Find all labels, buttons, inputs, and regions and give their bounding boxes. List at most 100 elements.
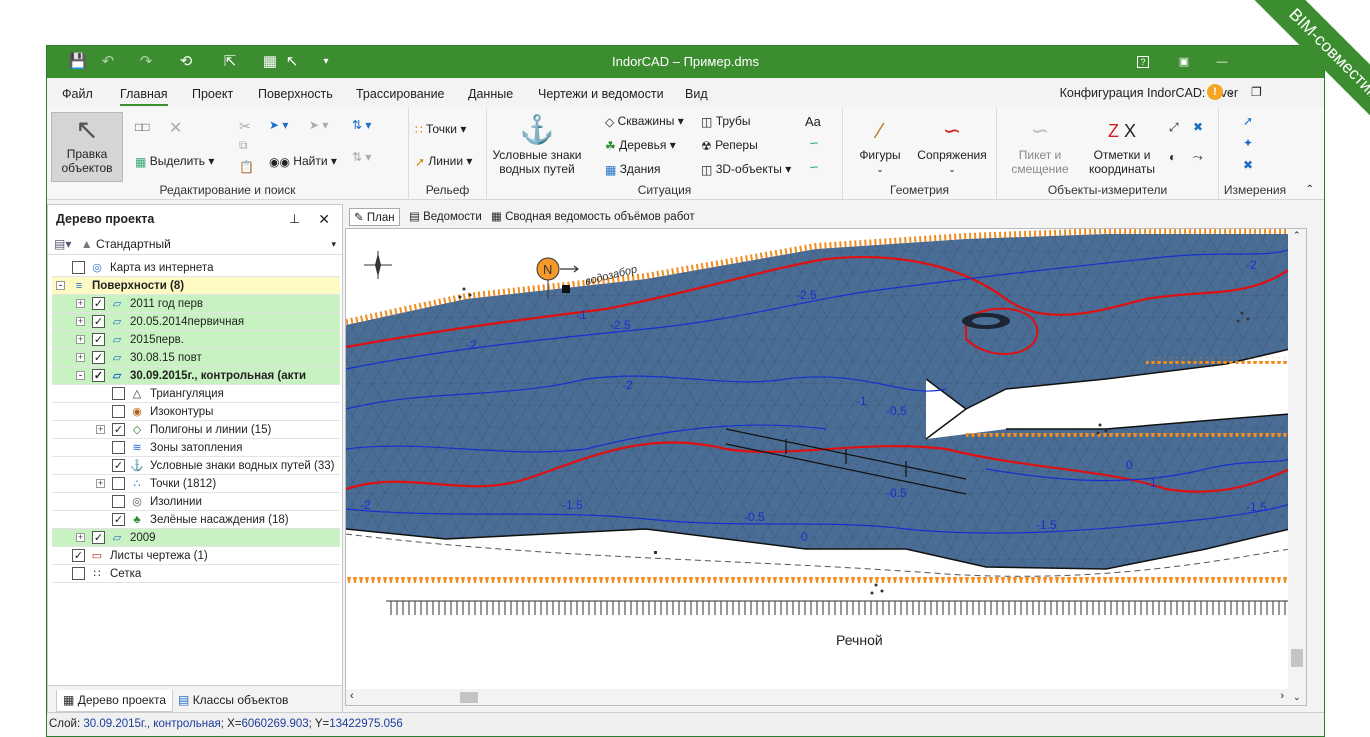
visibility-checkbox[interactable]: ✓ — [112, 423, 125, 436]
tab-object-classes[interactable]: ▤ Классы объектов — [172, 690, 294, 712]
scroll-up-icon[interactable]: ⌃ — [1293, 230, 1301, 241]
delete-icon[interactable]: ✕ — [169, 118, 182, 138]
collapse-icon[interactable]: - — [76, 371, 85, 380]
measure-angle-icon[interactable]: ✖ — [1243, 158, 1253, 172]
tab-statements[interactable]: ▤ Ведомости — [409, 208, 482, 226]
collapse-ribbon-icon[interactable]: ⌃ — [1306, 184, 1314, 195]
points-button[interactable]: ∷ Точки ▾ — [415, 122, 466, 137]
map-drawing[interactable]: N водозабор Речной -2.5 -2 -2 -1 -0.5 -1… — [346, 229, 1290, 691]
tree-row[interactable]: ◉ Изоконтуры — [52, 403, 340, 421]
select-button[interactable]: ▦ Выделить ▾ — [135, 154, 214, 169]
transform-icon[interactable]: ⇅ ▾ — [352, 118, 371, 132]
scroll-down-icon[interactable]: ⌄ — [1293, 692, 1301, 703]
tree-row[interactable]: + ∴ Точки (1812) — [52, 475, 340, 493]
tree-row[interactable]: - ✓ ▱ 30.09.2015г., контрольная (акти — [52, 367, 340, 385]
layers-icon[interactable]: ▤▾ — [54, 237, 71, 251]
visibility-checkbox[interactable] — [112, 495, 125, 508]
expand-icon[interactable]: + — [76, 317, 85, 326]
visibility-checkbox[interactable] — [72, 567, 85, 580]
tab-plan[interactable]: ✎ План — [349, 208, 400, 226]
paste-icon[interactable]: 📋 — [239, 160, 254, 174]
tree-row[interactable]: ≋ Зоны затопления — [52, 439, 340, 457]
visibility-checkbox[interactable]: ✓ — [112, 459, 125, 472]
scroll-right-icon[interactable]: › — [1280, 690, 1284, 702]
fullscreen-icon[interactable]: ▣ — [1175, 54, 1193, 70]
visibility-checkbox[interactable]: ✓ — [72, 549, 85, 562]
tree-row[interactable]: ◎ Карта из интернета — [52, 259, 340, 277]
menu-surface[interactable]: Поверхность — [258, 87, 333, 101]
visibility-checkbox[interactable]: ✓ — [92, 369, 105, 382]
cut-icon[interactable]: ✂ — [239, 118, 251, 135]
edit-objects-button[interactable]: ↖ Правка объектов — [51, 112, 123, 182]
config-dropdown-icon[interactable]: ⌄ — [1227, 87, 1235, 98]
menu-home[interactable]: Главная — [120, 87, 168, 106]
objects3d-button[interactable]: ◫ 3D-объекты ▾ — [701, 162, 791, 177]
visibility-checkbox[interactable] — [112, 405, 125, 418]
horizontal-scrollbar[interactable]: ‹ › — [346, 689, 1288, 705]
expand-icon[interactable]: + — [76, 533, 85, 542]
menu-routing[interactable]: Трассирование — [356, 87, 445, 101]
menu-project[interactable]: Проект — [192, 87, 233, 101]
visibility-checkbox[interactable] — [72, 261, 85, 274]
tree-row[interactable]: ✓ ♣ Зелёные насаждения (18) — [52, 511, 340, 529]
pin-icon[interactable]: ⊥ — [289, 205, 300, 233]
visibility-checkbox[interactable]: ✓ — [112, 513, 125, 526]
menu-drawings[interactable]: Чертежи и ведомости — [538, 87, 664, 101]
tree-row[interactable]: ∷ Сетка — [52, 565, 340, 583]
picket-button[interactable]: ∽ Пикет и смещение — [1003, 114, 1077, 176]
lines-button[interactable]: ➚ Линии ▾ — [415, 154, 472, 169]
wells-button[interactable]: ◇ Скважины ▾ — [605, 114, 684, 129]
menu-file[interactable]: Файл — [62, 87, 93, 101]
vertical-scroll-thumb[interactable] — [1291, 649, 1303, 667]
tree-row[interactable]: + ✓ ◇ Полигоны и линии (15) — [52, 421, 340, 439]
help-icon[interactable]: ? — [1137, 56, 1149, 68]
visibility-checkbox[interactable]: ✓ — [92, 333, 105, 346]
move2-icon[interactable]: ➤ ▾ — [309, 118, 328, 132]
warning-icon[interactable]: ! — [1207, 84, 1223, 100]
scroll-left-icon[interactable]: ‹ — [350, 690, 354, 702]
tree-row[interactable]: + ✓ ▱ 2009 — [52, 529, 340, 547]
minimize-icon[interactable]: — — [1213, 54, 1231, 70]
measure-tool-3-icon[interactable]: ◐ — [1169, 150, 1176, 164]
tree-row[interactable]: ◎ Изолинии — [52, 493, 340, 511]
joins-button[interactable]: ∽ Сопряжения ⌄ — [911, 114, 993, 176]
tree-row[interactable]: + ✓ ▱ 2011 год перв — [52, 295, 340, 313]
collapse-icon[interactable]: - — [56, 281, 65, 290]
visibility-checkbox[interactable] — [112, 387, 125, 400]
expand-icon[interactable]: + — [76, 335, 85, 344]
transform2-icon[interactable]: ⇅ ▾ — [352, 150, 371, 164]
style-select[interactable]: Стандартный — [96, 237, 171, 251]
trees-button[interactable]: ☘ Деревья ▾ — [605, 138, 676, 153]
menu-data[interactable]: Данные — [468, 87, 513, 101]
visibility-checkbox[interactable] — [112, 477, 125, 490]
restore-icon[interactable]: ❐ — [1251, 85, 1262, 99]
text-button[interactable]: Aa — [805, 114, 821, 129]
select-region-icon[interactable]: □□ — [135, 120, 150, 134]
measure-tool-1-icon[interactable]: ⤢ — [1169, 120, 1179, 135]
tab-summary[interactable]: ▦ Сводная ведомость объёмов работ — [491, 208, 695, 226]
tree-row[interactable]: ✓ ▭ Листы чертежа (1) — [52, 547, 340, 565]
plan-canvas[interactable]: N водозабор Речной -2.5 -2 -2 -1 -0.5 -1… — [345, 228, 1307, 706]
find-button[interactable]: ◉◉ Найти ▾ — [269, 154, 337, 169]
menu-view[interactable]: Вид — [685, 87, 708, 101]
curve-icon[interactable]: ∽ — [809, 136, 819, 150]
expand-icon[interactable]: + — [76, 353, 85, 362]
visibility-checkbox[interactable]: ✓ — [92, 297, 105, 310]
tree-row[interactable]: ✓ ⚓ Условные знаки водных путей (33) — [52, 457, 340, 475]
style-dropdown-icon[interactable]: ▾ — [331, 233, 336, 255]
tab-project-tree[interactable]: ▦ Дерево проекта — [56, 690, 174, 712]
expand-icon[interactable]: + — [76, 299, 85, 308]
expand-icon[interactable]: + — [96, 425, 105, 434]
horizontal-scroll-thumb[interactable] — [460, 692, 478, 703]
tree-row[interactable]: + ✓ ▱ 20.05.2014первичная — [52, 313, 340, 331]
expand-icon[interactable]: + — [96, 479, 105, 488]
visibility-checkbox[interactable]: ✓ — [92, 315, 105, 328]
tree-row[interactable]: + ✓ ▱ 30.08.15 повт — [52, 349, 340, 367]
measure-line-icon[interactable]: ➚ — [1243, 114, 1253, 128]
close-icon[interactable]: ✕ — [318, 205, 330, 233]
tree-row[interactable]: + ✓ ▱ 2015перв. — [52, 331, 340, 349]
visibility-checkbox[interactable] — [112, 441, 125, 454]
pipes-button[interactable]: ◫ Трубы — [701, 114, 751, 129]
vertical-scrollbar[interactable]: ⌃ ⌄ — [1288, 229, 1306, 705]
visibility-checkbox[interactable]: ✓ — [92, 531, 105, 544]
